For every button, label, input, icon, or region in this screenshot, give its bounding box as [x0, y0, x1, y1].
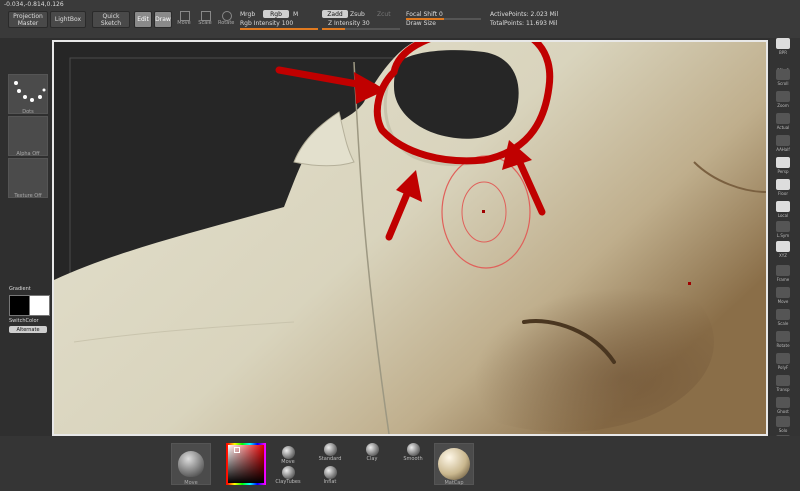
material-thumbnail[interactable] [434, 443, 474, 485]
projection-master-button[interactable]: Projection Master [8, 11, 48, 28]
draw-size-slider[interactable]: Draw Size [406, 20, 436, 27]
z-intensity-slider[interactable]: Z Intensity 30 [328, 20, 370, 27]
lsym-button[interactable]: L.Sym [772, 218, 794, 238]
rgb-intensity-track[interactable] [240, 28, 318, 30]
texture-thumbnail[interactable] [8, 158, 48, 198]
move-view-button[interactable]: Move [772, 284, 794, 304]
bottom-shelf [0, 436, 800, 491]
scale-icon [201, 11, 211, 21]
brush-smooth[interactable]: Smooth [401, 443, 425, 462]
bpr-button[interactable]: BPR [772, 35, 794, 55]
xyz-button[interactable]: XYZ [772, 238, 794, 258]
main-color-swatch[interactable] [9, 295, 30, 316]
rotate-view-button[interactable]: Rotate [772, 328, 794, 348]
zsub-toggle[interactable]: Zsub [350, 11, 365, 18]
stroke-thumbnail[interactable] [8, 74, 48, 114]
move-icon [180, 11, 190, 21]
brush-clay[interactable]: Clay [360, 443, 384, 462]
alternate-button[interactable]: Alternate [9, 326, 47, 333]
current-brush-label: Move [184, 480, 198, 486]
color-picker[interactable] [226, 443, 266, 485]
focal-shift-slider[interactable]: Focal Shift 0 [406, 11, 443, 18]
color-picker-handle[interactable] [234, 447, 240, 453]
brush-claytubes[interactable]: ClayTubes [275, 466, 301, 485]
ghost-button[interactable]: Ghost [772, 394, 794, 414]
transp-button[interactable]: Transp [772, 372, 794, 392]
active-points-readout: ActivePoints: 2.023 Mil [490, 11, 559, 18]
draw-button[interactable]: Draw [154, 11, 172, 28]
gradient-label[interactable]: Gradient [9, 286, 31, 292]
edit-button[interactable]: Edit [134, 11, 152, 28]
zoom-button[interactable]: Zoom [772, 88, 794, 108]
zadd-toggle[interactable]: Zadd [322, 10, 348, 18]
local-button[interactable]: Local [772, 198, 794, 218]
coordinates-readout: -0.034,-0.814,0.126 [4, 1, 64, 8]
rgb-intensity-slider[interactable]: Rgb Intensity 100 [240, 20, 293, 27]
switch-color-button[interactable]: SwitchColor [9, 318, 39, 324]
brush-inflat[interactable]: Inflat [318, 466, 342, 485]
persp-button[interactable]: Persp [772, 154, 794, 174]
rgb-toggle[interactable]: Rgb [263, 10, 289, 18]
m-toggle[interactable]: M [293, 11, 298, 18]
floor-button[interactable]: Floor [772, 176, 794, 196]
solo-button[interactable]: Solo [772, 413, 794, 433]
aahalf-button[interactable]: AAHalf [772, 132, 794, 152]
alpha-thumbnail[interactable] [8, 116, 48, 156]
brush-move[interactable]: Move [276, 446, 300, 465]
scroll-button[interactable]: Scroll [772, 66, 794, 86]
polyf-button[interactable]: PolyF [772, 350, 794, 370]
brush-standard[interactable]: Standard [318, 443, 342, 462]
z-intensity-track[interactable] [322, 28, 400, 30]
current-brush-thumbnail[interactable] [171, 443, 211, 485]
mrgb-toggle[interactable]: Mrgb [240, 11, 255, 18]
texture-label: Texture Off [14, 193, 42, 199]
scale-view-button[interactable]: Scale [772, 306, 794, 326]
secondary-color-swatch[interactable] [29, 295, 50, 316]
rotate-icon [222, 11, 232, 21]
brush-icon [178, 451, 204, 477]
alpha-label: Alpha Off [16, 151, 40, 157]
matcap-sphere-icon [438, 448, 470, 480]
dots-stroke-icon [14, 81, 46, 102]
actual-button[interactable]: Actual [772, 110, 794, 130]
quick-sketch-button[interactable]: Quick Sketch [92, 11, 130, 28]
total-points-readout: TotalPoints: 11.693 Mil [490, 20, 558, 27]
lightbox-button[interactable]: LightBox [50, 11, 86, 28]
stroke-label: Dots [22, 109, 34, 115]
material-label: MatCap [444, 480, 464, 486]
sculpt-model[interactable] [54, 42, 766, 434]
top-toolbar: -0.034,-0.814,0.126 Projection Master Li… [0, 0, 800, 38]
sculpt-canvas[interactable] [52, 40, 768, 436]
zcut-toggle[interactable]: Zcut [377, 11, 391, 18]
frame-button[interactable]: Frame [772, 262, 794, 282]
